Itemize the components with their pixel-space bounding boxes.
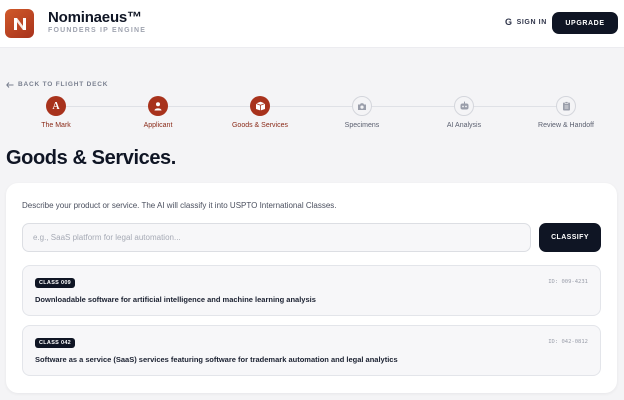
step-label: Review & Handoff <box>538 122 594 129</box>
class-badge: CLASS 009 <box>35 278 76 288</box>
step-label: Applicant <box>143 122 173 129</box>
product-description-input[interactable] <box>22 223 531 252</box>
step-goods-and-services[interactable]: Goods & Services <box>215 96 305 129</box>
class-result-card[interactable]: CLASS 009 ID: 009-4231 Downloadable soft… <box>22 265 601 316</box>
step-circle <box>352 96 372 116</box>
camera-icon <box>358 102 366 110</box>
step-circle <box>454 96 474 116</box>
step-specimens[interactable]: Specimens <box>317 96 407 129</box>
step-label: Goods & Services <box>231 122 289 129</box>
app-logo[interactable] <box>5 9 34 38</box>
robot-icon <box>460 101 468 110</box>
back-to-flight-deck-link[interactable]: BACK TO FLIGHT DECK <box>6 81 108 88</box>
logo-n-icon <box>13 17 26 30</box>
sign-in-label: SIGN IN <box>516 18 547 26</box>
box-icon <box>255 101 265 111</box>
clipboard-icon <box>562 101 570 111</box>
step-circle <box>148 96 168 116</box>
class-description: Downloadable software for artificial int… <box>35 295 316 304</box>
class-id: ID: 042-0812 <box>548 339 588 345</box>
classifier-description: Describe your product or service. The AI… <box>22 201 337 210</box>
step-label: Specimens <box>344 122 380 129</box>
class-badge: CLASS 042 <box>35 338 76 348</box>
step-review-and-handoff[interactable]: Review & Handoff <box>521 96 611 129</box>
step-circle <box>250 96 270 116</box>
page-title: Goods & Services. <box>6 147 176 169</box>
arrow-left-icon <box>6 81 14 88</box>
back-label: BACK TO FLIGHT DECK <box>18 81 109 88</box>
google-g-icon: G <box>505 17 513 27</box>
upgrade-button[interactable]: UPGRADE <box>552 12 618 34</box>
class-id: ID: 009-4231 <box>548 279 588 285</box>
letter-a-icon: A <box>52 100 60 112</box>
top-header: Nominaeus™ FOUNDERS IP ENGINE G SIGN IN … <box>0 0 624 48</box>
step-circle: A <box>46 96 66 116</box>
step-the-mark[interactable]: A The Mark <box>11 96 101 129</box>
sign-in-link[interactable]: G SIGN IN <box>505 17 547 27</box>
step-applicant[interactable]: Applicant <box>113 96 203 129</box>
class-description: Software as a service (SaaS) services fe… <box>35 355 398 364</box>
class-result-card[interactable]: CLASS 042 ID: 042-0812 Software as a ser… <box>22 325 601 376</box>
progress-stepper: A The Mark Applicant Goods & Services Sp… <box>0 96 624 136</box>
person-icon <box>154 102 162 111</box>
brand-subtitle: FOUNDERS IP ENGINE <box>48 27 147 34</box>
classifier-card: Describe your product or service. The AI… <box>6 183 617 393</box>
brand-name: Nominaeus™ <box>48 9 142 26</box>
step-ai-analysis[interactable]: AI Analysis <box>419 96 509 129</box>
step-label: The Mark <box>41 122 71 129</box>
step-circle <box>556 96 576 116</box>
step-label: AI Analysis <box>446 122 482 129</box>
classify-button[interactable]: CLASSIFY <box>539 223 601 252</box>
